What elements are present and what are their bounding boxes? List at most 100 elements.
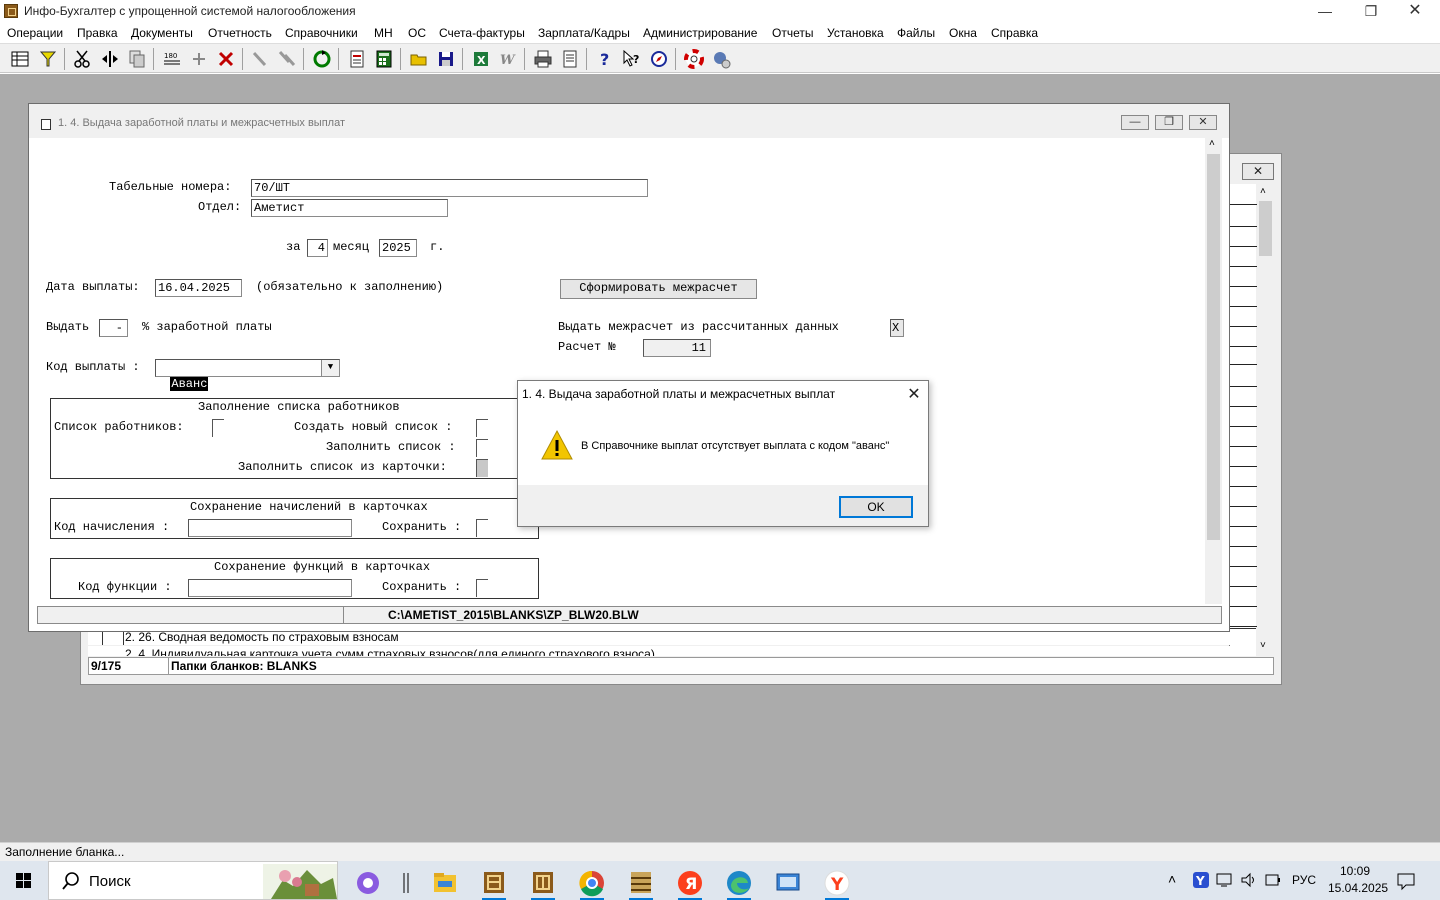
cortana-icon[interactable]: [348, 865, 388, 897]
tabel-input[interactable]: 70/ШТ: [251, 179, 648, 197]
grid-icon[interactable]: [10, 49, 30, 69]
calculator-icon[interactable]: [374, 49, 394, 69]
menu-edit[interactable]: Правка: [77, 26, 118, 40]
otdel-input[interactable]: Аметист: [251, 199, 448, 217]
clock-date[interactable]: 15.04.2025: [1328, 881, 1388, 895]
help-icon[interactable]: ?: [595, 49, 615, 69]
warning-dialog[interactable]: 1. 4. Выдача заработной платы и межрасче…: [517, 380, 929, 527]
tray-chevron-up-icon[interactable]: ˄: [1168, 871, 1176, 887]
split-icon[interactable]: [100, 49, 120, 69]
menu-directories[interactable]: Справочники: [285, 26, 358, 40]
windows-start-icon[interactable]: [0, 861, 48, 900]
kod-select[interactable]: Аванс ▼: [155, 359, 340, 391]
percent-input[interactable]: -: [99, 319, 128, 337]
taskbar-search[interactable]: Поиск: [48, 861, 338, 900]
ok-button[interactable]: OK: [839, 496, 913, 518]
menu-reporting[interactable]: Отчетность: [208, 26, 272, 40]
fill-card-checkbox[interactable]: [476, 459, 488, 477]
lifebuoy-icon[interactable]: [684, 49, 704, 69]
menu-invoices[interactable]: Счета-фактуры: [439, 26, 525, 40]
background-scroll-thumb[interactable]: [1259, 201, 1272, 256]
form-close-icon[interactable]: ✕: [1189, 115, 1217, 130]
form-scroll-thumb[interactable]: [1207, 154, 1220, 540]
excel-icon[interactable]: X: [471, 49, 491, 69]
globe-icon[interactable]: [711, 49, 731, 69]
info-accountant-app-icon-2[interactable]: [523, 865, 563, 900]
cut-icon[interactable]: [72, 49, 92, 69]
chrome-icon[interactable]: [572, 865, 612, 900]
delete-icon[interactable]: [216, 49, 236, 69]
save-accruals-checkbox[interactable]: [476, 519, 488, 537]
form-mezhraschet-button[interactable]: Сформировать межрасчет: [560, 279, 757, 299]
language-indicator[interactable]: РУС: [1292, 873, 1316, 887]
notifications-icon[interactable]: [1396, 871, 1416, 891]
background-close-icon[interactable]: ✕: [1242, 163, 1274, 180]
form-scrollbar[interactable]: ˄: [1205, 138, 1222, 604]
list-item[interactable]: 2. 4. Индивидуальная карточка учета сумм…: [88, 646, 1256, 656]
volume-icon[interactable]: [1240, 872, 1258, 888]
compass-icon[interactable]: [649, 49, 669, 69]
menu-reports[interactable]: Отчеты: [772, 26, 813, 40]
scroll-up-icon[interactable]: ˄: [1260, 186, 1266, 197]
context-help-icon[interactable]: ?: [622, 49, 642, 69]
scroll-up-icon[interactable]: ˄: [1209, 138, 1215, 149]
copy-icon[interactable]: [127, 49, 147, 69]
info-accountant-app-icon[interactable]: [474, 865, 514, 900]
task-view-icon[interactable]: [386, 865, 426, 897]
dialog-close-icon[interactable]: ✕: [903, 384, 925, 406]
date-input[interactable]: 16.04.2025: [155, 279, 242, 297]
kod-nach-input[interactable]: [188, 519, 352, 537]
menu-operations[interactable]: Операции: [7, 26, 63, 40]
raschet-input[interactable]: 11: [643, 339, 711, 357]
form-minimize-icon[interactable]: —: [1121, 115, 1149, 130]
fill-list-checkbox[interactable]: [476, 439, 488, 457]
clock-time[interactable]: 10:09: [1340, 864, 1370, 878]
form-restore-icon[interactable]: ❐: [1155, 115, 1183, 130]
abacus-app-icon[interactable]: [621, 865, 661, 900]
menu-install[interactable]: Установка: [827, 26, 884, 40]
save-icon[interactable]: [436, 49, 456, 69]
file-explorer-icon[interactable]: [425, 865, 465, 897]
restore-icon[interactable]: ❐: [1348, 0, 1394, 23]
pen-multi-icon[interactable]: [277, 49, 297, 69]
open-folder-icon[interactable]: [409, 49, 429, 69]
create-list-checkbox[interactable]: [476, 419, 488, 437]
tray-yandex-icon[interactable]: Y: [1192, 871, 1210, 889]
form-titlebar: 1. 4. Выдача заработной платы и межрасче…: [29, 104, 1229, 138]
menu-files[interactable]: Файлы: [897, 26, 935, 40]
scroll-down-icon[interactable]: ˅: [1260, 640, 1266, 651]
minimize-icon[interactable]: —: [1302, 0, 1348, 23]
chevron-down-icon[interactable]: ▼: [321, 360, 339, 376]
kod-func-input[interactable]: [188, 579, 352, 597]
menu-mn[interactable]: МН: [374, 26, 393, 40]
add-icon[interactable]: [189, 49, 209, 69]
month-input[interactable]: 4: [307, 239, 328, 257]
mezh-label: Выдать межрасчет из рассчитанных данных: [558, 320, 839, 334]
counter-icon[interactable]: 180: [162, 49, 182, 69]
menu-os[interactable]: ОС: [408, 26, 426, 40]
yandex-browser-icon[interactable]: Y: [817, 865, 857, 900]
menu-administration[interactable]: Администрирование: [643, 26, 757, 40]
menu-windows[interactable]: Окна: [949, 26, 977, 40]
group1-title: Заполнение списка работников: [198, 400, 400, 414]
yandex-icon[interactable]: Я: [670, 865, 710, 900]
refresh-icon[interactable]: [312, 49, 332, 69]
preview-icon[interactable]: [560, 49, 580, 69]
pdf-icon[interactable]: [347, 49, 367, 69]
mezh-checkbox[interactable]: X: [890, 319, 904, 337]
close-icon[interactable]: ✕: [1392, 0, 1438, 23]
spisok-checkbox[interactable]: [212, 419, 224, 437]
battery-icon[interactable]: [1264, 872, 1282, 888]
filter-icon[interactable]: [38, 49, 58, 69]
menu-help[interactable]: Справка: [991, 26, 1038, 40]
menu-documents[interactable]: Документы: [131, 26, 193, 40]
network-icon[interactable]: [1216, 872, 1234, 888]
remote-desktop-icon[interactable]: [768, 865, 808, 897]
menu-salary[interactable]: Зарплата/Кадры: [538, 26, 630, 40]
word-icon[interactable]: W: [498, 49, 518, 69]
edge-icon[interactable]: [719, 865, 759, 900]
save-functions-checkbox[interactable]: [476, 579, 488, 597]
print-icon[interactable]: [533, 49, 553, 69]
pen-icon[interactable]: [250, 49, 270, 69]
year-input[interactable]: 2025: [379, 239, 417, 257]
